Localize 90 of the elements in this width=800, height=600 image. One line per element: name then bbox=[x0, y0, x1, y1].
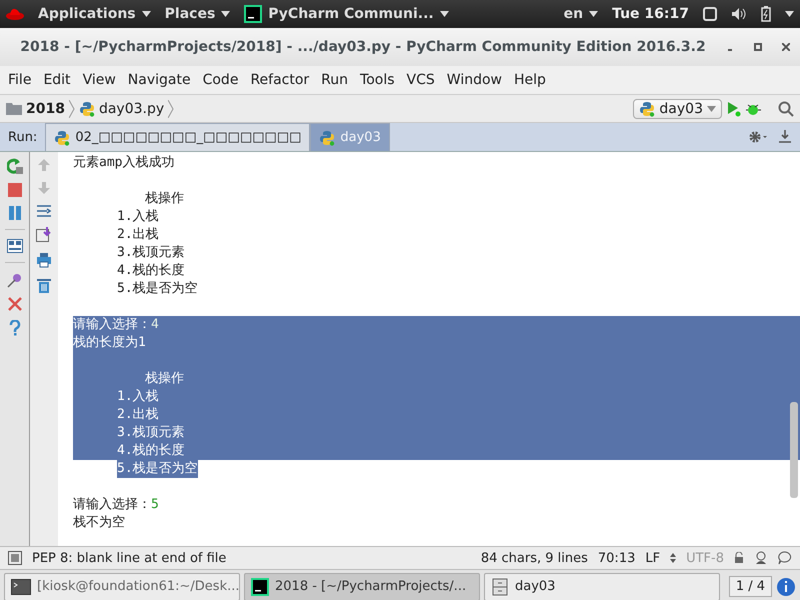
scroll-to-end-icon[interactable] bbox=[36, 227, 52, 243]
close-icon[interactable] bbox=[8, 297, 22, 311]
menu-item[interactable]: Window bbox=[440, 72, 508, 88]
cursor-position[interactable]: 70:13 bbox=[598, 550, 636, 566]
line-separator[interactable]: LF bbox=[645, 550, 660, 566]
python-icon bbox=[54, 130, 70, 146]
trash-icon[interactable] bbox=[37, 277, 51, 293]
caret-icon bbox=[440, 11, 449, 17]
chevron-icon bbox=[68, 100, 75, 118]
python-file-icon bbox=[78, 100, 95, 116]
run-tab[interactable]: 02_□□□□□□□□_□□□□□□□□ bbox=[45, 123, 310, 151]
pin-icon[interactable] bbox=[6, 272, 22, 288]
taskbar-item[interactable]: day03 bbox=[484, 572, 720, 600]
chat-icon[interactable] bbox=[778, 551, 792, 565]
menu-item[interactable]: Help bbox=[508, 72, 552, 88]
top-menu[interactable]: Applications bbox=[38, 6, 151, 22]
pycharm-logo-icon bbox=[251, 578, 269, 596]
breadcrumb[interactable]: 2018 bbox=[6, 100, 65, 116]
run-config-dropdown[interactable]: day03 bbox=[633, 98, 722, 118]
clock[interactable]: Tue 16:17 bbox=[612, 6, 689, 22]
layout-icon[interactable] bbox=[6, 239, 22, 253]
python-icon bbox=[319, 130, 336, 146]
chevron-icon bbox=[168, 100, 174, 118]
console-line: 栈的长度为1 bbox=[73, 335, 146, 350]
menu-item[interactable]: Tools bbox=[354, 72, 401, 88]
workspace-indicator[interactable]: 1 / 4 bbox=[728, 576, 772, 597]
menu-item[interactable]: View bbox=[76, 72, 122, 88]
pause-icon[interactable] bbox=[8, 206, 22, 220]
menu-item[interactable]: Run bbox=[315, 72, 354, 88]
menu-item[interactable]: Edit bbox=[37, 72, 77, 88]
app-menu[interactable]: PyCharm Communi... bbox=[244, 5, 449, 23]
language-menu[interactable]: en bbox=[564, 6, 598, 22]
up-down-icon bbox=[670, 553, 676, 563]
top-menu[interactable]: Places bbox=[164, 6, 230, 22]
menu-item[interactable]: VCS bbox=[400, 72, 441, 88]
window-title: 2018 - [~/PycharmProjects/2018] - .../day03.py - PyCharm Community Edition 2016.3.2 bbox=[19, 39, 707, 55]
console-line: 5.栈是否为空 bbox=[117, 281, 198, 296]
python-icon bbox=[639, 100, 656, 116]
folder-icon bbox=[6, 102, 22, 115]
download-icon[interactable] bbox=[778, 130, 792, 144]
panel-toggle-icon[interactable] bbox=[8, 551, 22, 565]
console-line: 栈操作 bbox=[145, 371, 184, 386]
console-line: 2.出栈 bbox=[117, 407, 159, 422]
console-line: 3.栈顶元素 bbox=[117, 425, 185, 440]
console-line: 4.栈的长度 bbox=[117, 443, 185, 458]
run-label: Run: bbox=[7, 128, 38, 146]
scrollbar-thumb[interactable] bbox=[790, 402, 798, 498]
window-icon[interactable] bbox=[703, 7, 717, 21]
search-icon[interactable] bbox=[778, 100, 794, 116]
console-line: 1.入栈 bbox=[117, 389, 159, 404]
file-cabinet-icon bbox=[491, 578, 509, 596]
menu-item[interactable]: Navigate bbox=[122, 72, 197, 88]
stop-icon[interactable] bbox=[8, 183, 22, 197]
taskbar-item[interactable]: [kiosk@foundation61:~/Desk... bbox=[4, 572, 240, 600]
caret-icon bbox=[142, 11, 151, 17]
taskbar-item[interactable]: 2018 - [~/PycharmProjects/... bbox=[244, 572, 480, 600]
settings-icon[interactable] bbox=[748, 130, 768, 144]
caret-icon bbox=[707, 106, 716, 112]
status-message: PEP 8: blank line at end of file bbox=[32, 550, 226, 566]
menu-item[interactable]: Code bbox=[196, 72, 244, 88]
console-line: 1.入栈 bbox=[117, 209, 159, 224]
console-line: 栈操作 bbox=[145, 191, 184, 206]
volume-icon[interactable] bbox=[731, 7, 747, 21]
console-line: 栈不为空 bbox=[73, 515, 125, 530]
console-line: 4.栈的长度 bbox=[117, 263, 185, 278]
maximize-icon[interactable] bbox=[754, 43, 762, 51]
menu-item[interactable]: File bbox=[2, 72, 38, 88]
console-line: 请输入选择：4 bbox=[73, 317, 159, 332]
caret-icon bbox=[785, 11, 794, 17]
breadcrumb[interactable]: day03.py bbox=[78, 100, 164, 116]
soft-wrap-icon[interactable] bbox=[36, 204, 52, 218]
lock-icon[interactable] bbox=[734, 552, 744, 564]
battery-icon[interactable] bbox=[761, 6, 771, 22]
notification-icon[interactable] bbox=[776, 576, 796, 596]
close-icon[interactable] bbox=[782, 43, 790, 51]
char-count: 84 chars, 9 lines bbox=[480, 550, 588, 566]
console-line: 元素amp入栈成功 bbox=[73, 155, 174, 170]
rerun-icon[interactable] bbox=[6, 158, 22, 174]
redhat-logo-icon[interactable] bbox=[6, 7, 24, 21]
menu-item[interactable]: Refactor bbox=[244, 72, 316, 88]
caret-icon bbox=[221, 11, 230, 17]
pycharm-logo-icon bbox=[244, 5, 262, 23]
console-line: 请输入选择：5 bbox=[73, 497, 159, 512]
console-line: 2.出栈 bbox=[117, 227, 159, 242]
help-icon[interactable] bbox=[8, 320, 20, 336]
caret-icon bbox=[589, 11, 598, 17]
console-line: 3.栈顶元素 bbox=[117, 245, 185, 260]
inspector-icon[interactable] bbox=[754, 551, 768, 565]
print-icon[interactable] bbox=[36, 252, 52, 268]
terminal-icon bbox=[11, 578, 31, 594]
